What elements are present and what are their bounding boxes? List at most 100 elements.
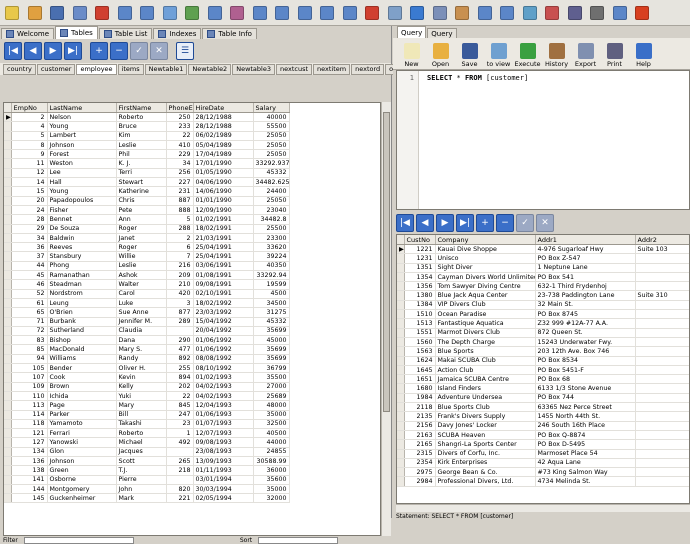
row-indicator[interactable] [4,251,12,262]
cell-empno[interactable]: 144 [11,484,48,495]
cell-company[interactable]: Kirk Enterprises [435,458,536,469]
cell-hiredate[interactable]: 01/02/1993 [193,372,254,383]
row-indicator[interactable] [397,290,405,301]
cell-addr2[interactable] [635,300,689,311]
cell-phoneext[interactable]: 218 [166,465,194,476]
cell-salary[interactable]: 23300 [253,233,290,244]
cell-company[interactable]: Blue Sports Club [435,402,536,413]
cell-firstname[interactable]: Luke [116,298,167,309]
cell-salary[interactable]: 30588.99 [253,456,290,467]
column-header-phoneext[interactable]: PhoneExt [166,103,194,113]
cell-salary[interactable]: 35600 [253,475,290,485]
row-indicator[interactable] [4,177,12,188]
cell-lastname[interactable]: Parker [47,410,117,420]
cell-addr1[interactable]: 4-976 Sugarloaf Hwy [535,244,636,255]
table-row[interactable]: 65 O'Brien Sue Anne 877 23/03/1992 31275 [4,307,290,318]
row-indicator[interactable] [4,279,12,290]
cell-company[interactable]: Makai SCUBA Club [435,356,536,366]
cell-empno[interactable]: 2 [11,112,48,123]
cell-lastname[interactable]: Ichida [47,391,117,402]
cell-firstname[interactable]: Bruce [116,121,167,132]
cell-lastname[interactable]: Johnson [47,456,117,467]
cell-lastname[interactable]: Osborne [47,475,117,485]
cell-lastname[interactable]: MacDonald [47,344,117,355]
cell-salary[interactable]: 36000 [253,465,290,476]
cell-lastname[interactable]: Bender [47,363,117,374]
row-indicator[interactable] [4,391,12,402]
post-record-button[interactable]: ✓ [130,42,148,60]
row-indicator[interactable] [4,363,12,374]
cell-addr1[interactable]: 23-738 Paddington Lane [535,290,636,301]
cell-company[interactable]: Professional Divers, Ltd. [435,476,536,487]
table-row[interactable]: 29 De Souza Roger 288 18/02/1991 25500 [4,224,290,234]
cell-phoneext[interactable]: 255 [166,363,194,374]
cell-company[interactable]: Adventure Undersea [435,393,536,404]
table-row[interactable]: 1624 Makai SCUBA Club PO Box 8534 [397,356,689,366]
cell-lastname[interactable]: O'Brien [47,307,117,318]
cell-salary[interactable]: 35500 [253,372,290,383]
query-print-button[interactable]: Print [602,43,627,69]
cell-lastname[interactable]: Nelson [47,112,117,123]
row-indicator[interactable] [4,465,12,476]
result-next-button[interactable]: ▶ [436,214,454,232]
cell-empno[interactable]: 110 [11,391,48,402]
table-row[interactable]: 2165 Shangri-La Sports Center PO Box D-549… [397,439,689,450]
table-row[interactable]: 83 Bishop Dana 290 01/06/1992 45000 [4,335,290,346]
table-row[interactable]: 1645 Action Club PO Box 5451-F [397,365,689,376]
row-indicator[interactable] [4,168,12,179]
table-row[interactable]: 11WestonK. J.3417/01/199033292.9375 [4,158,290,169]
table-row[interactable]: 1510 Ocean Paradise PO Box 8745 [397,309,689,320]
cell-hiredate[interactable]: 23/03/1992 [193,307,254,318]
cell-empno[interactable]: 61 [11,298,48,309]
cell-phoneext[interactable]: 892 [166,354,194,365]
cell-hiredate[interactable]: 09/08/1991 [193,279,254,290]
new-database-button[interactable] [2,3,22,23]
cell-hiredate[interactable]: 17/04/1989 [193,149,254,160]
table-row[interactable]: 44 Phong Leslie 216 03/06/1991 40350 [4,261,290,272]
cell-empno[interactable]: 145 [11,493,48,504]
cell-addr1[interactable]: PO Box 68 [535,374,636,385]
cell-hiredate[interactable]: 04/02/1993 [193,382,254,392]
cell-phoneext[interactable] [166,447,194,458]
cell-addr1[interactable]: 63365 Nez Perce Street [535,402,636,413]
cell-empno[interactable]: 20 [11,196,48,206]
table-row[interactable]: 72 Sutherland Claudia 20/04/1992 35699 [4,326,290,337]
cell-hiredate[interactable]: 14/06/1990 [193,186,254,197]
query-help-button[interactable]: Help [631,43,656,69]
cell-lastname[interactable]: Ferrari [47,428,117,439]
cell-phoneext[interactable]: 3 [166,298,194,309]
cell-phoneext[interactable]: 247 [166,410,194,420]
row-indicator[interactable] [397,467,405,478]
cell-custno[interactable]: 1354 [404,272,436,283]
cell-custno[interactable]: 1356 [404,281,436,292]
row-indicator[interactable] [4,419,12,430]
column-header-addr1[interactable]: Addr1 [535,235,636,245]
cell-empno[interactable]: 118 [11,419,48,430]
cell-custno[interactable]: 1680 [404,383,436,394]
cell-empno[interactable]: 29 [11,224,48,234]
cell-company[interactable]: Divers of Corfu, Inc. [435,449,536,459]
cell-company[interactable]: Kauai Dive Shoppe [435,244,536,255]
users-button[interactable] [452,3,472,23]
query-history-button[interactable]: History [544,43,569,69]
cell-custno[interactable]: 1560 [404,337,436,348]
cell-firstname[interactable]: Sue Anne [116,307,167,318]
cell-firstname[interactable]: Leslie [116,261,167,272]
cell-addr2[interactable] [635,411,689,422]
cell-firstname[interactable]: Janet [116,233,167,244]
row-indicator[interactable] [4,493,12,504]
cell-empno[interactable]: 28 [11,214,48,225]
row-indicator[interactable] [4,326,12,337]
cell-phoneext[interactable]: 7 [166,251,194,262]
query-tab-2[interactable]: Query [427,28,457,38]
cell-firstname[interactable]: T.J. [116,465,167,476]
cell-phoneext[interactable]: 231 [166,186,194,197]
cell-firstname[interactable]: Takashi [116,419,167,430]
table-row[interactable]: 1351 Sight Diver 1 Neptune Lane [397,263,689,273]
cell-company[interactable]: Fantastique Aquatica [435,318,536,329]
table-row[interactable]: 94 Williams Randy 892 08/08/1992 35699 [4,354,290,365]
row-indicator[interactable] [397,374,405,385]
table-row[interactable]: 2156 Davy Jones' Locker 246 South 16th Pla… [397,421,689,431]
cell-addr2[interactable] [635,421,689,431]
cell-addr2[interactable] [635,346,689,357]
